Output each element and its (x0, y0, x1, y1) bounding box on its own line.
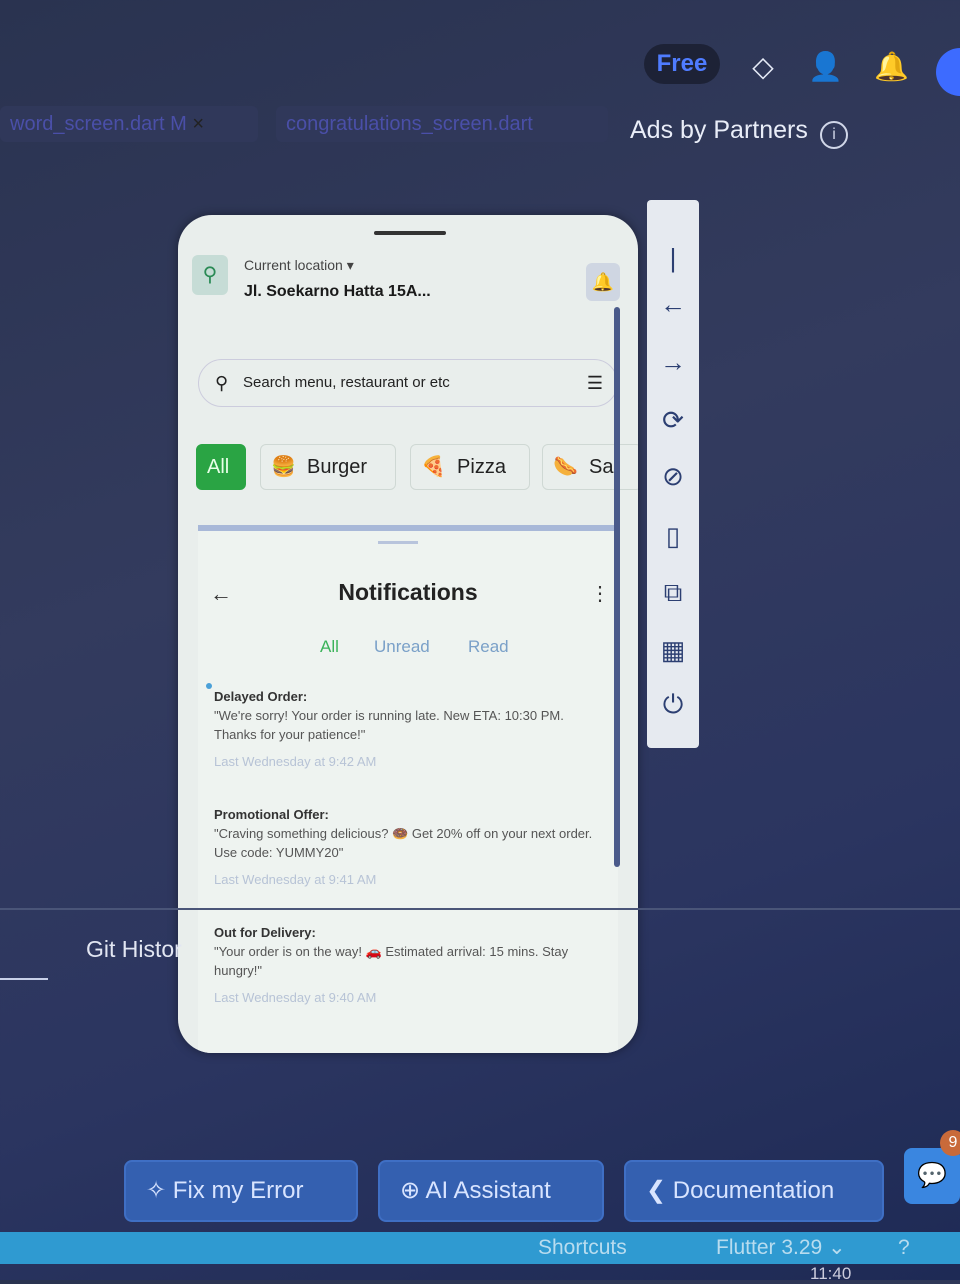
documentation-button[interactable]: ❮ Documentation (624, 1160, 884, 1222)
info-icon[interactable]: i (820, 121, 848, 149)
notification-body: "Your order is on the way! 🚗 Estimated a… (214, 944, 569, 978)
search-placeholder: Search menu, restaurant or etc (243, 374, 450, 391)
burger-icon: 🍔 (271, 456, 296, 478)
notification-item[interactable]: Delayed Order: "We're sorry! Your order … (214, 687, 594, 771)
flutter-icon: ❮ (646, 1177, 667, 1204)
notifications-sheet: ← Notifications ⋮ All Unread Read Delaye… (198, 525, 618, 1053)
chat-button[interactable]: 💬 (904, 1148, 960, 1204)
notification-body: "Craving something delicious? 🍩 Get 20% … (214, 826, 593, 860)
notification-time: Last Wednesday at 9:42 AM (214, 754, 377, 769)
fix-my-error-button[interactable]: ✧ Fix my Error (124, 1160, 358, 1222)
plan-badge[interactable]: Free (644, 44, 720, 84)
notification-time: Last Wednesday at 9:41 AM (214, 872, 377, 887)
location-pin-icon: ⚲ (192, 255, 228, 295)
refresh-icon[interactable]: ⟳ (647, 400, 699, 440)
notification-item[interactable]: Out for Delivery: "Your order is on the … (214, 923, 594, 1007)
help-icon[interactable]: ? (898, 1232, 910, 1264)
notification-item[interactable]: Promotional Offer: "Craving something de… (214, 805, 594, 889)
shortcuts-button[interactable]: Shortcuts (538, 1232, 627, 1264)
tab-unread[interactable]: Unread (374, 637, 430, 657)
chip-label: All (207, 456, 230, 478)
device-icon[interactable]: ▯ (647, 516, 699, 556)
clock: 11:40 (810, 1264, 852, 1283)
editor-tab-word-screen[interactable]: word_screen.dart M × (0, 106, 258, 142)
flutter-version-select[interactable]: Flutter 3.29 ⌄ (716, 1232, 846, 1264)
close-icon[interactable]: × (192, 113, 204, 135)
category-chip-burger[interactable]: 🍔 Burger (260, 444, 396, 490)
device-notch (374, 231, 446, 235)
category-chip-all[interactable]: All (196, 444, 246, 490)
git-history-tab[interactable]: Git Histor (86, 936, 182, 963)
notifications-title: Notifications (338, 579, 478, 605)
category-chip-sandwich[interactable]: 🌭 Sar (542, 444, 638, 490)
tab-label: congratulations_screen.dart (286, 113, 533, 135)
unread-dot (206, 683, 212, 689)
button-label: Fix my Error (172, 1177, 304, 1204)
add-user-icon[interactable]: 👤 (808, 50, 843, 84)
button-label: Documentation (672, 1177, 835, 1204)
search-input[interactable]: ⚲ Search menu, restaurant or etc ☰ (198, 359, 618, 407)
active-tab-indicator (0, 978, 48, 980)
notification-bell-button[interactable]: 🔔 (586, 263, 620, 301)
search-icon: ⚲ (215, 373, 229, 393)
layers-icon[interactable]: ◇ (746, 50, 780, 84)
current-location-label[interactable]: Current location ▾ (244, 257, 354, 274)
more-icon[interactable]: ⋮ (590, 581, 610, 606)
panel-divider (0, 908, 960, 910)
rotate-icon[interactable]: ⊘ (647, 456, 699, 496)
chip-label: Pizza (457, 456, 506, 478)
device-toolbar: | ← → ⟳ ⊘ ▯ ⧉ ▦ ⏻ (647, 200, 699, 748)
notification-title: Out for Delivery: (214, 925, 316, 940)
current-location-value[interactable]: Jl. Soekarno Hatta 15A... (244, 283, 431, 301)
filter-icon[interactable]: ☰ (587, 360, 603, 406)
notification-title: Delayed Order: (214, 689, 308, 704)
button-label: AI Assistant (425, 1177, 551, 1204)
ai-icon: ⊕ (400, 1177, 421, 1204)
open-external-icon[interactable]: ⧉ (647, 572, 699, 612)
magic-icon: ✧ (146, 1177, 167, 1204)
tab-label: word_screen.dart M (10, 113, 187, 135)
chat-badge: 9 (940, 1130, 960, 1156)
drag-handle[interactable] (378, 541, 418, 544)
power-icon[interactable]: ⏻ (647, 684, 699, 724)
pizza-icon: 🍕 (421, 456, 446, 478)
editor-tab-congratulations[interactable]: congratulations_screen.dart (276, 106, 608, 142)
drag-handle-icon[interactable]: | (647, 238, 699, 278)
avatar[interactable] (936, 48, 960, 96)
status-bar: Shortcuts Flutter 3.29 ⌄ ? (0, 1232, 960, 1264)
chip-label: Burger (307, 456, 368, 478)
device-preview: ⚲ Current location ▾ Jl. Soekarno Hatta … (178, 215, 638, 1053)
notification-time: Last Wednesday at 9:40 AM (214, 990, 377, 1005)
ads-label: Ads by Partners (630, 116, 808, 144)
back-arrow-icon[interactable]: ← (647, 284, 699, 324)
category-chip-pizza[interactable]: 🍕 Pizza (410, 444, 530, 490)
notification-body: "We're sorry! Your order is running late… (214, 708, 564, 742)
tab-read[interactable]: Read (468, 637, 509, 657)
qr-code-icon[interactable]: ▦ (647, 630, 699, 670)
tab-all[interactable]: All (320, 637, 339, 657)
forward-arrow-icon[interactable]: → (647, 342, 699, 382)
ai-assistant-button[interactable]: ⊕ AI Assistant (378, 1160, 604, 1222)
notification-title: Promotional Offer: (214, 807, 329, 822)
bell-icon[interactable]: 🔔 (874, 50, 909, 84)
hotdog-icon: 🌭 (553, 456, 578, 478)
scrollbar[interactable] (614, 307, 620, 867)
